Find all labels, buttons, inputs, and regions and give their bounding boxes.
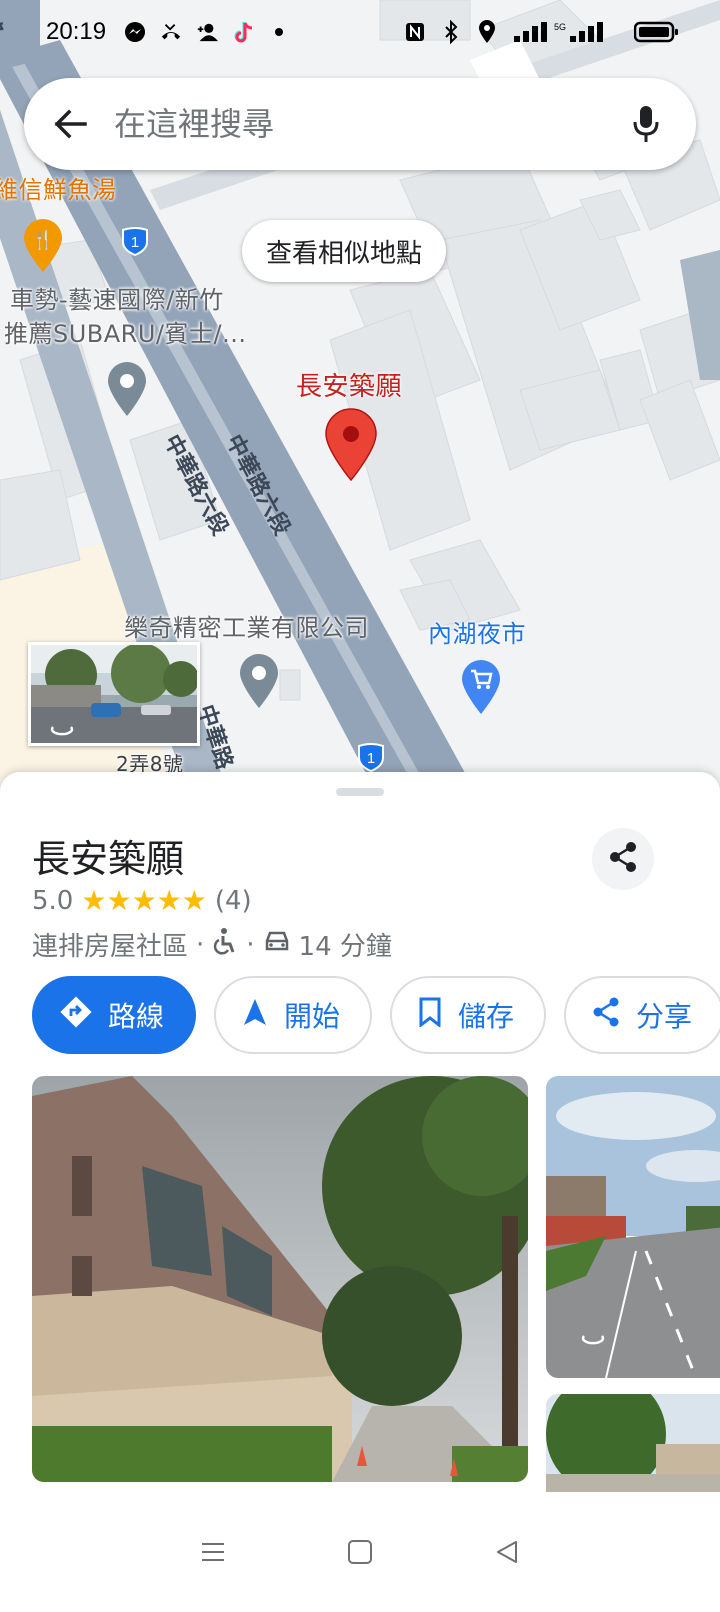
place-bottom-sheet[interactable]: 長安築願 5.0 ★★★★★ (4) 連排房屋社區 · · 14 分鐘 路線 開…	[0, 772, 720, 1492]
place-photo[interactable]	[546, 1394, 720, 1492]
share-icon	[592, 997, 620, 1034]
dot-icon	[268, 21, 290, 43]
place-title: 長安築願	[32, 837, 185, 881]
poi-label-restaurant[interactable]: 維信鮮魚湯	[0, 176, 117, 205]
selected-place-label[interactable]: 長安築願	[296, 372, 402, 403]
separator: ·	[246, 929, 255, 960]
signal-icon: 5G	[512, 21, 620, 43]
status-bar: 20:19 5G	[0, 0, 720, 64]
poi-label-company[interactable]: 樂奇精密工業有限公司	[124, 614, 369, 643]
share-icon	[608, 841, 638, 877]
save-label: 儲存	[458, 1000, 515, 1033]
action-chips: 路線 開始 儲存 分享	[32, 976, 720, 1054]
poi-label-dealer[interactable]: 推薦SUBARU/賓士/...	[4, 320, 246, 349]
rating-row[interactable]: 5.0 ★★★★★ (4)	[32, 884, 252, 917]
separator: ·	[196, 929, 205, 960]
system-navigation-bar	[0, 1492, 720, 1612]
add-contact-icon	[196, 21, 219, 43]
poi-label-dealer[interactable]: 車勢-藝速國際/新竹	[10, 286, 224, 315]
review-count: (4)	[214, 885, 252, 916]
share-button[interactable]	[592, 828, 654, 890]
svg-text:1: 1	[131, 234, 139, 251]
svg-text:1: 1	[367, 750, 375, 767]
street-view-photo[interactable]	[546, 1076, 720, 1378]
street-view-thumbnail[interactable]	[28, 642, 200, 746]
start-label: 開始	[284, 1000, 341, 1033]
missed-call-icon	[160, 21, 182, 43]
restaurant-icon[interactable]: 🍴	[22, 218, 64, 278]
drive-time: 14 分鐘	[298, 932, 392, 962]
place-category: 連排房屋社區	[32, 932, 189, 962]
menu-nav-icon[interactable]	[193, 1532, 233, 1572]
rating-value: 5.0	[32, 885, 74, 916]
svg-text:🍴: 🍴	[32, 229, 54, 251]
directions-icon	[60, 995, 92, 1035]
microphone-icon[interactable]	[626, 102, 666, 146]
route-shield-icon: 1	[356, 742, 386, 776]
save-button[interactable]: 儲存	[390, 976, 547, 1054]
battery-icon	[634, 21, 680, 43]
pin-icon[interactable]	[106, 360, 148, 422]
search-bar[interactable]	[24, 78, 696, 170]
svg-text:5G: 5G	[554, 22, 566, 32]
route-shield-icon: 1	[120, 226, 150, 260]
nfc-icon	[404, 21, 426, 43]
status-time: 20:19	[46, 18, 107, 45]
poi-label-night-market[interactable]: 內湖夜市	[428, 620, 526, 649]
tiktok-icon	[232, 21, 254, 43]
drag-handle[interactable]	[336, 788, 384, 796]
place-photo[interactable]	[32, 1076, 528, 1482]
back-nav-icon[interactable]	[487, 1532, 527, 1572]
back-arrow-icon[interactable]	[50, 104, 90, 144]
red-pin-icon[interactable]	[324, 408, 378, 486]
location-icon	[476, 20, 498, 43]
search-input[interactable]	[114, 105, 626, 143]
pin-icon[interactable]	[238, 652, 280, 714]
share-label: 分享	[636, 1000, 693, 1033]
directions-label: 路線	[108, 1000, 165, 1033]
share-chip-button[interactable]: 分享	[564, 976, 720, 1054]
info-row: 連排房屋社區 · · 14 分鐘	[32, 926, 392, 963]
rating-stars: ★★★★★	[81, 884, 207, 917]
car-icon	[263, 929, 291, 960]
start-button[interactable]: 開始	[214, 976, 373, 1054]
home-nav-icon[interactable]	[340, 1532, 380, 1572]
shopping-cart-icon[interactable]	[460, 658, 502, 720]
bookmark-icon	[418, 997, 442, 1034]
similar-places-button[interactable]: 查看相似地點	[242, 220, 447, 282]
messenger-icon	[124, 21, 146, 43]
navigation-arrow-icon	[242, 997, 268, 1034]
directions-button[interactable]: 路線	[32, 976, 197, 1054]
bluetooth-icon	[440, 20, 462, 44]
wheelchair-icon	[212, 927, 238, 962]
